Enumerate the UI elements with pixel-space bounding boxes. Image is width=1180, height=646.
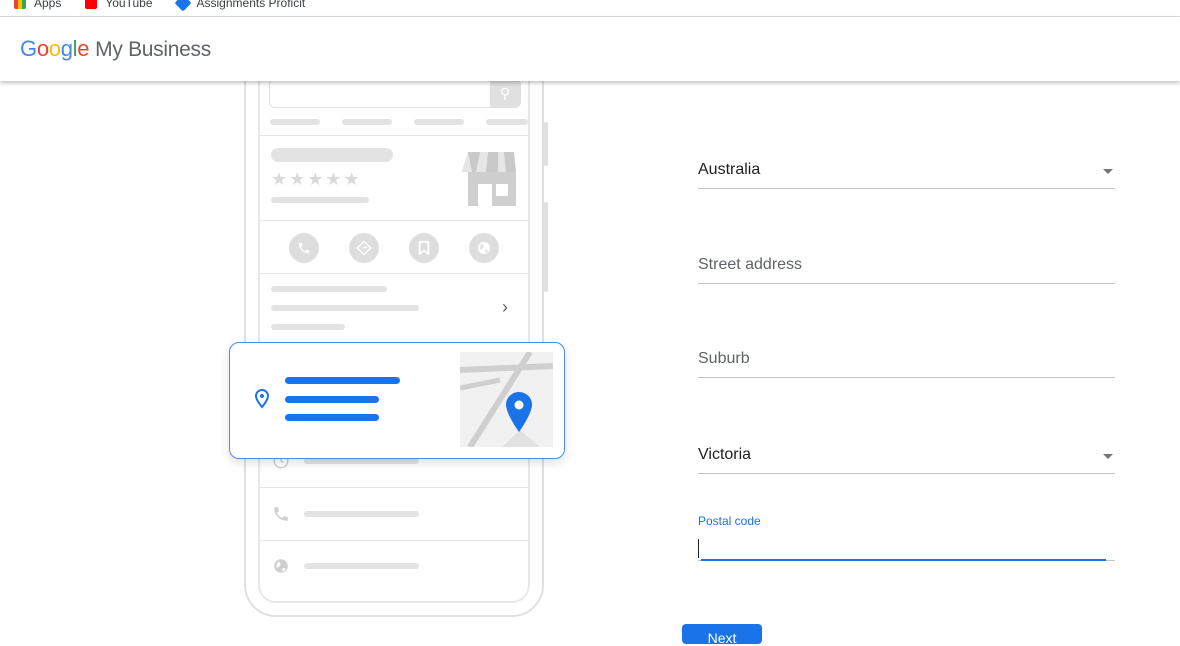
dropdown-caret-icon xyxy=(1103,454,1113,459)
assignments-icon xyxy=(174,0,192,12)
map-thumbnail xyxy=(460,352,553,447)
state-value: Victoria xyxy=(698,446,752,463)
globe-icon xyxy=(272,557,290,580)
phone-side-button xyxy=(544,122,548,166)
apps-icon xyxy=(14,0,26,9)
divider xyxy=(260,273,528,274)
focus-underline xyxy=(701,559,1106,561)
logo-letter: o xyxy=(48,36,61,61)
website-globe-icon xyxy=(469,233,499,263)
phone-search-bar: ⚲ xyxy=(269,78,521,108)
placeholder-bar xyxy=(486,119,528,125)
bookmark-youtube[interactable]: YouTube xyxy=(85,0,153,10)
search-icon: ⚲ xyxy=(490,79,520,107)
placeholder-bar xyxy=(304,511,419,517)
street-address-placeholder: Street address xyxy=(698,256,803,273)
product-name: My Business xyxy=(95,38,211,61)
chevron-right-icon: › xyxy=(502,297,508,317)
location-card xyxy=(229,342,565,459)
bookmark-label: Apps xyxy=(34,0,62,10)
placeholder-bar xyxy=(271,286,387,292)
bookmark-icon xyxy=(409,233,439,263)
dropdown-caret-icon xyxy=(1103,169,1113,174)
divider xyxy=(260,540,528,541)
storefront-icon xyxy=(462,152,516,206)
app-header: Google My Business xyxy=(0,17,1180,81)
phone-side-button xyxy=(544,202,548,292)
address-line xyxy=(285,377,400,384)
google-my-business-logo[interactable]: Google My Business xyxy=(20,36,211,62)
placeholder-bar xyxy=(304,563,419,569)
bookmarks-bar: Apps YouTube Assignments Proficit xyxy=(0,0,1180,17)
placeholder-bar xyxy=(271,197,369,203)
address-line xyxy=(285,396,379,403)
suburb-input[interactable]: Suburb xyxy=(698,348,1115,378)
divider xyxy=(260,220,528,221)
address-line xyxy=(285,414,379,421)
placeholder-bar xyxy=(271,305,419,311)
bookmark-label: Assignments Proficit xyxy=(196,0,306,10)
location-pin-icon xyxy=(255,389,269,409)
youtube-icon xyxy=(85,0,98,9)
phone-icon xyxy=(272,505,290,528)
placeholder-bar xyxy=(271,324,345,330)
suburb-placeholder: Suburb xyxy=(698,350,750,367)
text-cursor xyxy=(698,539,699,558)
country-select[interactable]: Australia xyxy=(698,159,1115,189)
street-address-input[interactable]: Street address xyxy=(698,254,1115,284)
logo-letter: o xyxy=(36,36,49,61)
country-value: Australia xyxy=(698,161,761,178)
rating-stars-icon: ★★★★★ xyxy=(271,169,362,189)
placeholder-bar xyxy=(270,119,320,125)
divider xyxy=(260,135,528,136)
placeholder-bar xyxy=(414,119,464,125)
bookmark-assignments[interactable]: Assignments Proficit xyxy=(174,0,306,12)
bookmark-apps[interactable]: Apps xyxy=(14,0,61,10)
divider xyxy=(260,487,528,488)
state-select[interactable]: Victoria xyxy=(698,444,1115,474)
bookmark-label: YouTube xyxy=(105,0,153,10)
postal-code-label: Postal code xyxy=(698,514,761,528)
logo-letter: G xyxy=(20,36,37,61)
logo-letter: g xyxy=(60,36,73,61)
directions-icon xyxy=(349,233,379,263)
logo-letter: e xyxy=(77,36,90,61)
phone-call-icon xyxy=(289,233,319,263)
placeholder-bar xyxy=(342,119,392,125)
postal-code-input[interactable] xyxy=(698,534,1115,561)
next-button[interactable]: Next xyxy=(682,624,762,646)
placeholder-bar xyxy=(271,148,393,162)
